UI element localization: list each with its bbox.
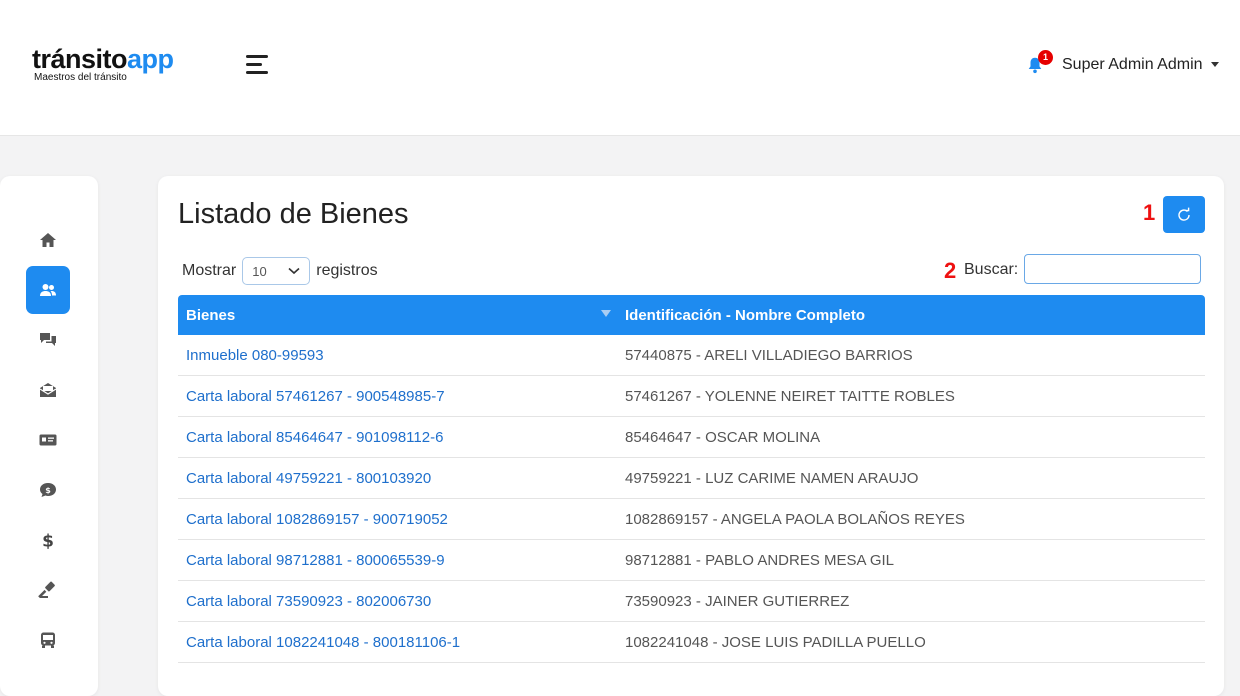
sidebar-item-comments[interactable] xyxy=(26,316,70,364)
asset-link[interactable]: Carta laboral 1082869157 - 900719052 xyxy=(186,511,448,528)
dollar-icon: $ xyxy=(42,532,54,551)
show-label: Mostrar xyxy=(182,262,237,279)
page-length-select[interactable]: 10 xyxy=(242,257,311,285)
annotation-marker-2: 2 xyxy=(944,258,957,283)
caret-down-icon xyxy=(1210,62,1219,68)
table-header-row: Bienes Identificación - Nombre Completo xyxy=(178,295,1205,335)
column-header-bienes[interactable]: Bienes xyxy=(178,295,617,335)
records-label: registros xyxy=(316,262,378,279)
table-row: Inmueble 080-99593 57440875 - ARELI VILL… xyxy=(178,335,1205,376)
annotation-marker-1: 1 xyxy=(1143,200,1156,225)
sidebar-item-billing[interactable]: $ xyxy=(26,516,70,564)
search-input[interactable] xyxy=(1024,254,1201,284)
asset-link[interactable]: Carta laboral 1082241048 - 800181106-1 xyxy=(186,634,460,651)
page-length-control: Mostrar 10 registros xyxy=(182,257,378,285)
envelope-open-icon xyxy=(39,383,57,397)
asset-cell: Carta laboral 49759221 - 800103920 xyxy=(178,457,617,499)
asset-cell: Carta laboral 1082869157 - 900719052 xyxy=(178,498,617,540)
notification-badge: 1 xyxy=(1038,50,1053,65)
sidebar-item-id-card[interactable] xyxy=(26,416,70,464)
chevron-down-icon xyxy=(288,267,300,275)
logo-wordmark: tránsitoapp xyxy=(32,44,174,74)
menu-toggle-icon[interactable] xyxy=(246,55,270,75)
user-menu-dropdown[interactable]: Super Admin Admin xyxy=(1062,56,1219,74)
sidebar-item-payments-chat[interactable]: $ xyxy=(26,466,70,514)
asset-link[interactable]: Carta laboral 85464647 - 901098112-6 xyxy=(186,429,443,446)
sidebar-item-legal[interactable] xyxy=(26,566,70,614)
bus-icon xyxy=(41,632,55,648)
app-logo[interactable]: tránsitoapp Maestros del tránsito xyxy=(32,44,174,83)
asset-link[interactable]: Carta laboral 73590923 - 802006730 xyxy=(186,593,431,610)
top-header: tránsitoapp Maestros del tránsito 1 Supe… xyxy=(0,0,1240,136)
asset-cell: Carta laboral 1082241048 - 800181106-1 xyxy=(178,621,617,663)
svg-text:$: $ xyxy=(42,532,54,551)
table-row: Carta laboral 85464647 - 901098112-6 854… xyxy=(178,416,1205,458)
sidebar-item-home[interactable] xyxy=(26,216,70,264)
user-name: Super Admin Admin xyxy=(1062,56,1203,73)
search-label: Buscar: xyxy=(964,261,1019,278)
asset-link[interactable]: Inmueble 080-99593 xyxy=(186,347,324,364)
asset-cell: Carta laboral 57461267 - 900548985-7 xyxy=(178,375,617,417)
owner-cell: 98712881 - PABLO ANDRES MESA GIL xyxy=(617,539,1205,581)
table-row: Carta laboral 98712881 - 800065539-9 987… xyxy=(178,539,1205,581)
asset-cell: Inmueble 080-99593 xyxy=(178,335,617,376)
page-length-value: 10 xyxy=(252,263,267,279)
svg-text:$: $ xyxy=(45,486,51,495)
owner-cell: 85464647 - OSCAR MOLINA xyxy=(617,416,1205,458)
table-row: Carta laboral 73590923 - 802006730 73590… xyxy=(178,580,1205,622)
asset-link[interactable]: Carta laboral 57461267 - 900548985-7 xyxy=(186,388,445,405)
asset-link[interactable]: Carta laboral 98712881 - 800065539-9 xyxy=(186,552,445,569)
refresh-icon xyxy=(1178,207,1190,221)
money-comment-icon: $ xyxy=(40,483,56,497)
sidebar-item-transport[interactable] xyxy=(26,616,70,664)
table-row: Carta laboral 57461267 - 900548985-7 574… xyxy=(178,375,1205,417)
users-icon xyxy=(40,284,56,296)
asset-cell: Carta laboral 85464647 - 901098112-6 xyxy=(178,416,617,458)
table-row: Carta laboral 1082869157 - 900719052 108… xyxy=(178,498,1205,540)
logo-text-dark: tránsito xyxy=(32,44,128,74)
asset-cell: Carta laboral 98712881 - 800065539-9 xyxy=(178,539,617,581)
gavel-icon xyxy=(38,581,55,599)
asset-link[interactable]: Carta laboral 49759221 - 800103920 xyxy=(186,470,431,487)
sort-icon xyxy=(601,310,611,317)
table-row: Carta laboral 1082241048 - 800181106-1 1… xyxy=(178,621,1205,663)
owner-cell: 73590923 - JAINER GUTIERREZ xyxy=(617,580,1205,622)
owner-cell: 1082869157 - ANGELA PAOLA BOLAÑOS REYES xyxy=(617,498,1205,540)
column-header-identificacion[interactable]: Identificación - Nombre Completo xyxy=(617,295,1205,335)
page-title: Listado de Bienes xyxy=(178,198,409,230)
refresh-button[interactable] xyxy=(1163,196,1205,233)
sidebar-item-users[interactable] xyxy=(26,266,70,314)
comments-icon xyxy=(40,333,56,346)
owner-cell: 49759221 - LUZ CARIME NAMEN ARAUJO xyxy=(617,457,1205,499)
owner-cell: 57461267 - YOLENNE NEIRET TAITTE ROBLES xyxy=(617,375,1205,417)
sidebar-item-messages[interactable] xyxy=(26,366,70,414)
home-icon xyxy=(40,233,56,247)
sidebar: $ $ xyxy=(0,176,98,696)
assets-table: Bienes Identificación - Nombre Completo … xyxy=(178,295,1205,663)
asset-cell: Carta laboral 73590923 - 802006730 xyxy=(178,580,617,622)
logo-text-blue: app xyxy=(127,44,174,74)
id-card-icon xyxy=(39,434,57,446)
table-row: Carta laboral 49759221 - 800103920 49759… xyxy=(178,457,1205,499)
owner-cell: 57440875 - ARELI VILLADIEGO BARRIOS xyxy=(617,335,1205,376)
assets-card: Listado de Bienes 1 Mostrar 10 registros… xyxy=(158,176,1224,696)
owner-cell: 1082241048 - JOSE LUIS PADILLA PUELLO xyxy=(617,621,1205,663)
